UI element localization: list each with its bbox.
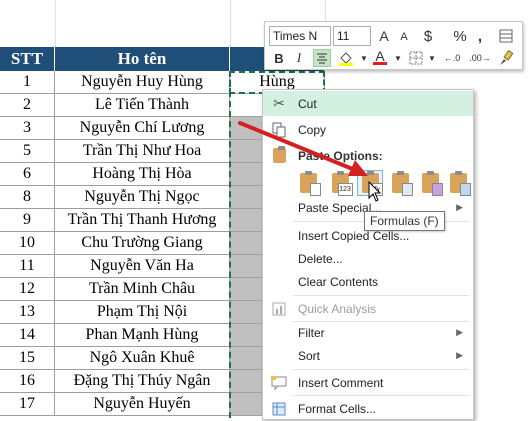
mouse-cursor-icon bbox=[368, 181, 382, 202]
annotation-arrow bbox=[238, 121, 368, 176]
